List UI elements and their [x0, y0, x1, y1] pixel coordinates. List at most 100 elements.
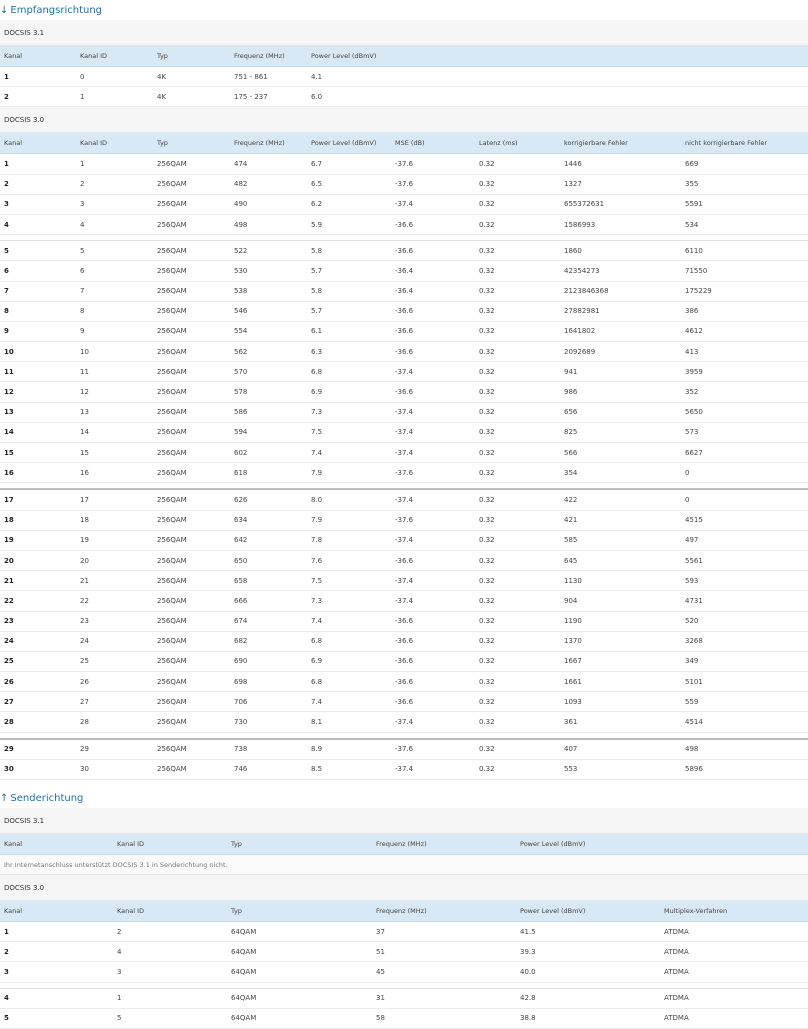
table-cell: 10 — [80, 347, 89, 356]
column-header: Power Level (dBmV) — [311, 52, 377, 60]
table-row: 8 8 256QAM 546 5.7 -36.6 0.32 27882981 386 — [0, 302, 808, 322]
table-cell: 16 — [4, 468, 14, 477]
table-cell: 37 — [376, 927, 385, 936]
table-row: 2 2 256QAM 482 6.5 -37.6 0.32 1327 355 — [0, 175, 808, 195]
table-cell: 0.32 — [479, 617, 495, 626]
table-cell: 23 — [4, 617, 14, 626]
table-cell: 1 — [4, 927, 9, 936]
table-cell: 256QAM — [157, 327, 187, 336]
table-cell: 490 — [234, 200, 248, 209]
column-header: Kanal ID — [80, 52, 108, 60]
table-cell: -36.4 — [395, 266, 414, 275]
table-cell: 355 — [685, 180, 699, 189]
table-cell: 26 — [4, 677, 14, 686]
table-row: 25 25 256QAM 690 6.9 -36.6 0.32 1667 349 — [0, 652, 808, 673]
table-cell: 5591 — [685, 200, 703, 209]
table-cell: 7.8 — [311, 536, 323, 545]
table-cell: -37.4 — [395, 367, 414, 376]
table-row: 20 20 256QAM 650 7.6 -36.6 0.32 645 5561 — [0, 551, 808, 572]
column-header: MSE (dB) — [395, 139, 425, 148]
arrow-up-icon: ↑ — [0, 792, 9, 804]
table-cell: 0 — [80, 72, 85, 81]
table-cell: 706 — [234, 697, 248, 706]
table-cell: 904 — [564, 596, 578, 605]
row-divider — [0, 733, 808, 740]
table-cell: 407 — [564, 745, 578, 754]
table-cell: -37.6 — [395, 516, 414, 525]
table-cell: -37.4 — [395, 495, 414, 504]
table-cell: 2 — [4, 92, 9, 101]
table-cell: 7.4 — [311, 697, 323, 706]
table-cell: 6.3 — [311, 347, 323, 356]
table-cell: 1 — [4, 72, 9, 81]
table-cell: 1641802 — [564, 327, 596, 336]
table-cell: 986 — [564, 388, 578, 397]
table-row: 12 12 256QAM 578 6.9 -36.6 0.32 986 352 — [0, 382, 808, 403]
table-cell: 0.32 — [479, 428, 495, 437]
table-cell: 3 — [80, 200, 85, 209]
table-cell: 669 — [685, 159, 699, 168]
table-cell: -37.4 — [395, 428, 414, 437]
table-cell: -36.6 — [395, 246, 414, 255]
table-cell: -37.4 — [395, 596, 414, 605]
table-cell: 746 — [234, 765, 248, 774]
column-header: Typ — [157, 139, 168, 148]
table-cell: 6.5 — [311, 180, 323, 189]
table-cell: 20 — [80, 556, 89, 565]
table-cell: -36.6 — [395, 307, 414, 316]
table-cell: 256QAM — [157, 428, 187, 437]
table-cell: -36.6 — [395, 556, 414, 565]
table-cell: 645 — [564, 556, 578, 565]
downstream-docsis30-label: DOCSIS 3.0 — [0, 107, 808, 134]
table-cell: 256QAM — [157, 266, 187, 275]
upstream-title: Senderichtung — [10, 792, 84, 804]
table-cell: 361 — [564, 718, 578, 727]
table-cell: 256QAM — [157, 657, 187, 666]
table-cell: 31 — [376, 994, 385, 1003]
table-cell: 2 — [80, 180, 85, 189]
table-row: 26 26 256QAM 698 6.8 -36.6 0.32 1661 5101 — [0, 672, 808, 693]
upstream-docsis30-table: Kanal Kanal ID Typ Frequenz (MHz) Power Leve… — [0, 901, 808, 1029]
table-cell: 0.32 — [479, 327, 495, 336]
table-cell: 0.32 — [479, 556, 495, 565]
column-header: Kanal — [4, 139, 23, 148]
table-cell: 58 — [376, 1014, 385, 1023]
table-cell: 29 — [4, 745, 14, 754]
table-row: 11 11 256QAM 570 6.8 -37.4 0.32 941 3959 — [0, 362, 808, 383]
table-cell: 8 — [4, 307, 9, 316]
table-cell: 256QAM — [157, 468, 187, 477]
table-cell: 14 — [80, 428, 89, 437]
downstream-title: Empfangsrichtung — [10, 4, 103, 16]
table-cell: -36.6 — [395, 617, 414, 626]
table-cell: 4 — [80, 220, 85, 229]
table-cell: 578 — [234, 388, 248, 397]
table-cell: -37.4 — [395, 200, 414, 209]
column-header: Kanal — [4, 907, 23, 915]
table-cell: 5.7 — [311, 307, 323, 316]
table-cell: 6.2 — [311, 200, 323, 209]
table-cell: 520 — [685, 617, 699, 626]
column-header: Power Level (dBmV) — [311, 139, 377, 148]
table-cell: 256QAM — [157, 367, 187, 376]
table-cell: 0.32 — [479, 677, 495, 686]
table-cell: 474 — [234, 159, 248, 168]
table-cell: 11 — [80, 367, 89, 376]
table-cell: 642 — [234, 536, 248, 545]
table-cell: 28 — [4, 718, 14, 727]
table-cell: 413 — [685, 347, 699, 356]
table-cell: -36.6 — [395, 677, 414, 686]
table-cell: 1 — [117, 994, 122, 1003]
table-cell: 7.5 — [311, 428, 323, 437]
table-cell: 256QAM — [157, 287, 187, 296]
table-cell: 4515 — [685, 516, 703, 525]
table-cell: 5 — [80, 246, 85, 255]
table-cell: -36.4 — [395, 287, 414, 296]
table-cell: 7.4 — [311, 617, 323, 626]
table-cell: 3 — [4, 967, 9, 976]
table-cell: 6627 — [685, 448, 703, 457]
table-cell: 27 — [4, 697, 14, 706]
table-row: 15 15 256QAM 602 7.4 -37.4 0.32 566 6627 — [0, 443, 808, 464]
table-cell: 8 — [80, 307, 85, 316]
column-header: Frequenz (MHz) — [234, 52, 285, 60]
table-cell: 0.32 — [479, 596, 495, 605]
